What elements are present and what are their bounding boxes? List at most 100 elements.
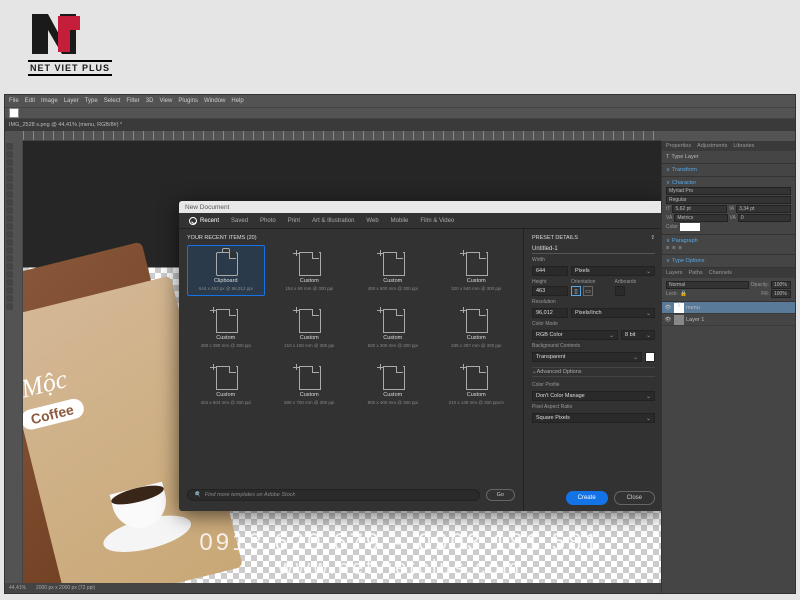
zoom-level[interactable]: 44,41% xyxy=(9,585,26,591)
color-depth-select[interactable]: 8 bit xyxy=(621,330,655,340)
canvas-area[interactable]: Mộc Coffee New Document Recent Saved Pho… xyxy=(23,141,661,593)
menu-file[interactable]: File xyxy=(9,98,19,104)
tool-frame[interactable] xyxy=(6,183,13,190)
preset-card[interactable]: Clipboard644 x 463 px @ 96,012 ppi xyxy=(187,245,265,296)
tab-art[interactable]: Art & Illustration xyxy=(312,218,354,224)
advanced-toggle[interactable]: ⌄ Advanced Options xyxy=(532,367,655,377)
tab-saved[interactable]: Saved xyxy=(231,218,248,224)
tab-print[interactable]: Print xyxy=(288,218,300,224)
background-select[interactable]: Transparent xyxy=(532,352,642,362)
tab-recent[interactable]: Recent xyxy=(189,217,219,225)
tool-type[interactable] xyxy=(6,271,13,278)
preset-card[interactable]: Custom800 x 400 mm @ 300 ppi xyxy=(354,359,432,410)
tool-marquee[interactable] xyxy=(6,151,13,158)
tool-lasso[interactable] xyxy=(6,159,13,166)
tab-channels[interactable]: Channels xyxy=(709,270,732,276)
preset-name-input[interactable]: Untitled-1 xyxy=(532,244,655,254)
font-size-input[interactable]: 5,62 pt xyxy=(672,205,727,213)
tool-eraser[interactable] xyxy=(6,231,13,238)
tool-crop[interactable] xyxy=(6,175,13,182)
kerning-select[interactable]: Metrics xyxy=(674,214,727,222)
preset-card[interactable]: Custom320 x 540 mm @ 300 ppi xyxy=(438,245,516,296)
menu-image[interactable]: Image xyxy=(41,98,58,104)
artboards-checkbox[interactable] xyxy=(615,286,625,296)
preset-card[interactable]: Custom210 x 148 mm @ 300 ppcm xyxy=(438,359,516,410)
tool-move[interactable] xyxy=(6,143,13,150)
tool-history[interactable] xyxy=(6,223,13,230)
tool-shape[interactable] xyxy=(6,287,13,294)
background-swatch[interactable] xyxy=(645,352,655,362)
font-family-select[interactable]: Myriad Pro xyxy=(666,187,791,195)
visibility-icon[interactable]: 👁 xyxy=(664,304,672,312)
preset-card[interactable]: Custom500 x 300 mm @ 300 ppi xyxy=(354,302,432,353)
create-button[interactable]: Create xyxy=(566,491,608,505)
font-style-select[interactable]: Regular xyxy=(666,196,791,204)
transform-section[interactable]: Transform xyxy=(672,167,697,173)
menu-view[interactable]: View xyxy=(159,98,172,104)
type-options-section[interactable]: Type Options xyxy=(672,258,704,264)
tool-dodge[interactable] xyxy=(6,255,13,262)
width-unit-select[interactable]: Pixels xyxy=(571,266,655,276)
orient-landscape[interactable]: ▭ xyxy=(583,286,593,296)
tool-wand[interactable] xyxy=(6,167,13,174)
preset-card[interactable]: Custom154 x 69 mm @ 300 ppi xyxy=(271,245,349,296)
menu-select[interactable]: Select xyxy=(104,98,121,104)
leading-input[interactable]: 3,34 pt xyxy=(736,205,791,213)
tab-photo[interactable]: Photo xyxy=(260,218,276,224)
preset-card[interactable]: Custom400 x 280 mm @ 300 ppi xyxy=(187,302,265,353)
tool-pen[interactable] xyxy=(6,263,13,270)
tool-zoom[interactable] xyxy=(6,303,13,310)
menu-layer[interactable]: Layer xyxy=(64,98,79,104)
height-input[interactable]: 463 xyxy=(532,286,568,296)
tool-gradient[interactable] xyxy=(6,239,13,246)
menu-edit[interactable]: Edit xyxy=(25,98,35,104)
tool-stamp[interactable] xyxy=(6,215,13,222)
tool-heal[interactable] xyxy=(6,199,13,206)
color-swatch[interactable] xyxy=(680,223,700,231)
lock-all-icon[interactable]: 🔒 xyxy=(680,291,687,297)
paragraph-section[interactable]: Paragraph xyxy=(672,238,698,244)
tab-adjustments[interactable]: Adjustments xyxy=(697,143,727,149)
stock-search-input[interactable]: 🔍 Find more templates on Adobe Stock xyxy=(187,489,480,501)
tab-paths[interactable]: Paths xyxy=(689,270,703,276)
document-tab[interactable]: IMG_2528 s.png @ 44,41% (menu, RGB/8#) * xyxy=(9,122,122,128)
tab-libraries[interactable]: Libraries xyxy=(733,143,754,149)
tool-blur[interactable] xyxy=(6,247,13,254)
color-mode-select[interactable]: RGB Color xyxy=(532,330,618,340)
resolution-unit-select[interactable]: Pixels/Inch xyxy=(571,308,655,318)
preset-card[interactable]: Custom400 x 600 mm @ 300 ppi xyxy=(354,245,432,296)
tab-properties[interactable]: Properties xyxy=(666,143,691,149)
tool-brush[interactable] xyxy=(6,207,13,214)
orient-portrait[interactable]: ▯ xyxy=(571,286,581,296)
tool-hand[interactable] xyxy=(6,295,13,302)
pixel-aspect-select[interactable]: Square Pixels xyxy=(532,413,655,423)
tab-layers[interactable]: Layers xyxy=(666,270,683,276)
character-section[interactable]: Character xyxy=(672,180,696,186)
tab-web[interactable]: Web xyxy=(366,218,378,224)
swatch-icon[interactable] xyxy=(9,108,19,118)
preset-card[interactable]: Custom235 x 297 mm @ 300 ppi xyxy=(438,302,516,353)
tool-path[interactable] xyxy=(6,279,13,286)
width-input[interactable]: 644 xyxy=(532,266,568,276)
tab-film[interactable]: Film & Video xyxy=(420,218,454,224)
menu-plugins[interactable]: Plugins xyxy=(178,98,198,104)
menu-window[interactable]: Window xyxy=(204,98,225,104)
color-profile-select[interactable]: Don't Color Manage xyxy=(532,391,655,401)
visibility-icon[interactable]: 👁 xyxy=(664,316,672,324)
preset-card[interactable]: Custom404 x 604 mm @ 300 ppi xyxy=(187,359,265,410)
layer-row[interactable]: 👁Tmenu xyxy=(662,302,795,314)
resolution-input[interactable]: 96,012 xyxy=(532,308,568,318)
layer-row[interactable]: 👁Layer 1 xyxy=(662,314,795,326)
preset-card[interactable]: Custom500 x 700 mm @ 300 ppi xyxy=(271,359,349,410)
opacity-input[interactable]: 100% xyxy=(771,281,791,289)
align-right-icon[interactable]: ≡ xyxy=(678,245,681,251)
menu-3d[interactable]: 3D xyxy=(146,98,154,104)
menu-type[interactable]: Type xyxy=(85,98,98,104)
preset-card[interactable]: Custom210 x 150 mm @ 300 ppi xyxy=(271,302,349,353)
close-button[interactable]: Close xyxy=(614,491,655,505)
fill-input[interactable]: 100% xyxy=(771,290,791,298)
align-center-icon[interactable]: ≡ xyxy=(672,245,675,251)
tracking-input[interactable]: 0 xyxy=(738,214,791,222)
menu-help[interactable]: Help xyxy=(231,98,243,104)
align-left-icon[interactable]: ≡ xyxy=(666,245,669,251)
